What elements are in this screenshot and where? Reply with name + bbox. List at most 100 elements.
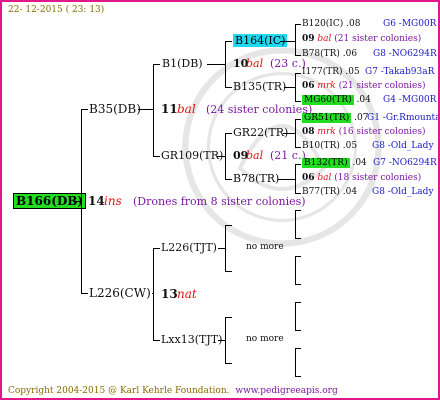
b1-note: (23 c.) [270, 57, 306, 70]
connector [225, 41, 232, 42]
g5-origin: G7 -NO6294R [373, 158, 437, 168]
b78-node[interactable]: B78(TR) [233, 172, 279, 185]
connector [153, 340, 160, 341]
g5-sister-row: 06 bal (18 sister colonies) [302, 173, 422, 183]
connector [295, 147, 301, 148]
empty-bracket [295, 302, 301, 303]
sire-top-breed: bal [177, 102, 196, 116]
connector [225, 317, 232, 318]
connector [295, 73, 301, 74]
sire-top-note: (24 sister colonies) [206, 103, 313, 116]
l226-node[interactable]: L226(TJT) [161, 241, 217, 254]
footer: Copyright 2004-2015 @ Karl Kehrle Founda… [8, 386, 338, 396]
g5-node: B77(TR) .04 [302, 187, 358, 197]
connector [295, 119, 301, 120]
g5-node: B10(TR) .05 [302, 141, 358, 151]
b1-breed: bal [246, 57, 264, 70]
connector [295, 73, 296, 101]
empty-bracket [295, 210, 296, 238]
pedigree-frame: 22- 12-2015 ( 23: 13) B166(DB) 14 ins (D… [0, 0, 440, 400]
g5-node: B120(IC) .08 [302, 19, 361, 29]
sire-bottom-gen: 13 [161, 287, 178, 301]
connector [73, 201, 82, 202]
connector [284, 87, 295, 88]
g5-origin: G8 -Old_Lady [372, 141, 434, 151]
g5-node: B132(TR) .04 [302, 158, 367, 168]
footer-website[interactable]: www.pedigreeapis.org [235, 386, 337, 396]
empty-bracket [295, 238, 301, 239]
g5-origin: G4 -MG00R [383, 95, 437, 105]
connector [278, 179, 295, 180]
connector [218, 248, 225, 249]
connector [217, 156, 225, 157]
connector [225, 317, 226, 363]
connector [218, 340, 225, 341]
sire-bottom-breed: nat [177, 287, 197, 301]
connector [295, 164, 296, 193]
g5-origin: G1 -Gr.Rmounta [367, 113, 440, 123]
connector [225, 363, 232, 364]
connector [153, 248, 154, 340]
footer-copyright: Copyright 2004-2015 @ Karl Kehrle Founda… [8, 386, 230, 396]
empty-bracket [295, 348, 296, 376]
connector [295, 164, 301, 165]
connector [225, 133, 226, 179]
connector [225, 225, 232, 226]
header-date: 22- 12-2015 ( 23: 13) [8, 5, 105, 15]
connector [207, 64, 225, 65]
g5-origin: G8 -Old_Lady [372, 187, 434, 197]
empty-bracket [295, 210, 301, 211]
connector [225, 271, 232, 272]
empty-bracket [295, 330, 301, 331]
connector [152, 293, 154, 294]
g5-node: GR51(TR) .07 [302, 113, 369, 123]
root-note: (Drones from 8 sister colonies) [133, 195, 306, 208]
connector [280, 41, 295, 42]
empty-bracket [295, 256, 296, 284]
b135-node[interactable]: B135(TR) [233, 80, 286, 93]
sire-top-node[interactable]: B35(DB) [89, 102, 141, 116]
root-breed: ins [104, 194, 122, 208]
connector [153, 64, 160, 65]
empty-bracket [295, 376, 301, 377]
connector [295, 24, 301, 25]
lxx13-node[interactable]: Lxx13(TJT) [161, 333, 222, 346]
connector [153, 248, 160, 249]
g5-sister-row: 08 mrk (16 sister colonies) [302, 127, 426, 137]
g5-origin: G7 -Takab93aR [365, 67, 435, 77]
connector [225, 179, 232, 180]
connector [225, 87, 232, 88]
gr22-node[interactable]: GR22(TR) [233, 126, 288, 139]
connector [225, 225, 226, 271]
empty-bracket [295, 256, 301, 257]
g5-node: MG60(TR) .04 [302, 95, 371, 105]
connector [295, 119, 296, 147]
connector [153, 156, 160, 157]
empty-bracket [295, 284, 301, 285]
root-gen: 14 [88, 194, 105, 208]
connector [153, 64, 154, 156]
g5-sister-row: 06 mrk (21 sister colonies) [302, 81, 426, 91]
connector [295, 101, 301, 102]
b1-node[interactable]: B1(DB) [162, 57, 203, 70]
l226-no-more: no more [246, 242, 284, 252]
g5-origin: G8 -NO6294R [373, 49, 437, 59]
connector [295, 24, 296, 55]
sire-bottom-node[interactable]: L226(CW) [89, 286, 151, 300]
connector [81, 109, 88, 110]
gr109-breed: bal [246, 149, 264, 162]
lxx13-no-more: no more [246, 334, 284, 344]
empty-bracket [295, 348, 301, 349]
connector [283, 133, 295, 134]
g5-origin: G6 -MG00R [383, 19, 437, 29]
g5-node: B78(TR) .06 [302, 49, 358, 59]
connector [81, 293, 88, 294]
sire-top-gen: 11 [161, 102, 178, 116]
connector [295, 55, 301, 56]
gr109-note: (21 c.) [270, 149, 306, 162]
g5-node: I177(TR) .05 [302, 67, 360, 77]
g5-sister-row: 09 bal (21 sister colonies) [302, 34, 422, 44]
gr109-node[interactable]: GR109(TR) [161, 149, 223, 162]
empty-bracket [295, 302, 296, 330]
connector [225, 41, 226, 87]
